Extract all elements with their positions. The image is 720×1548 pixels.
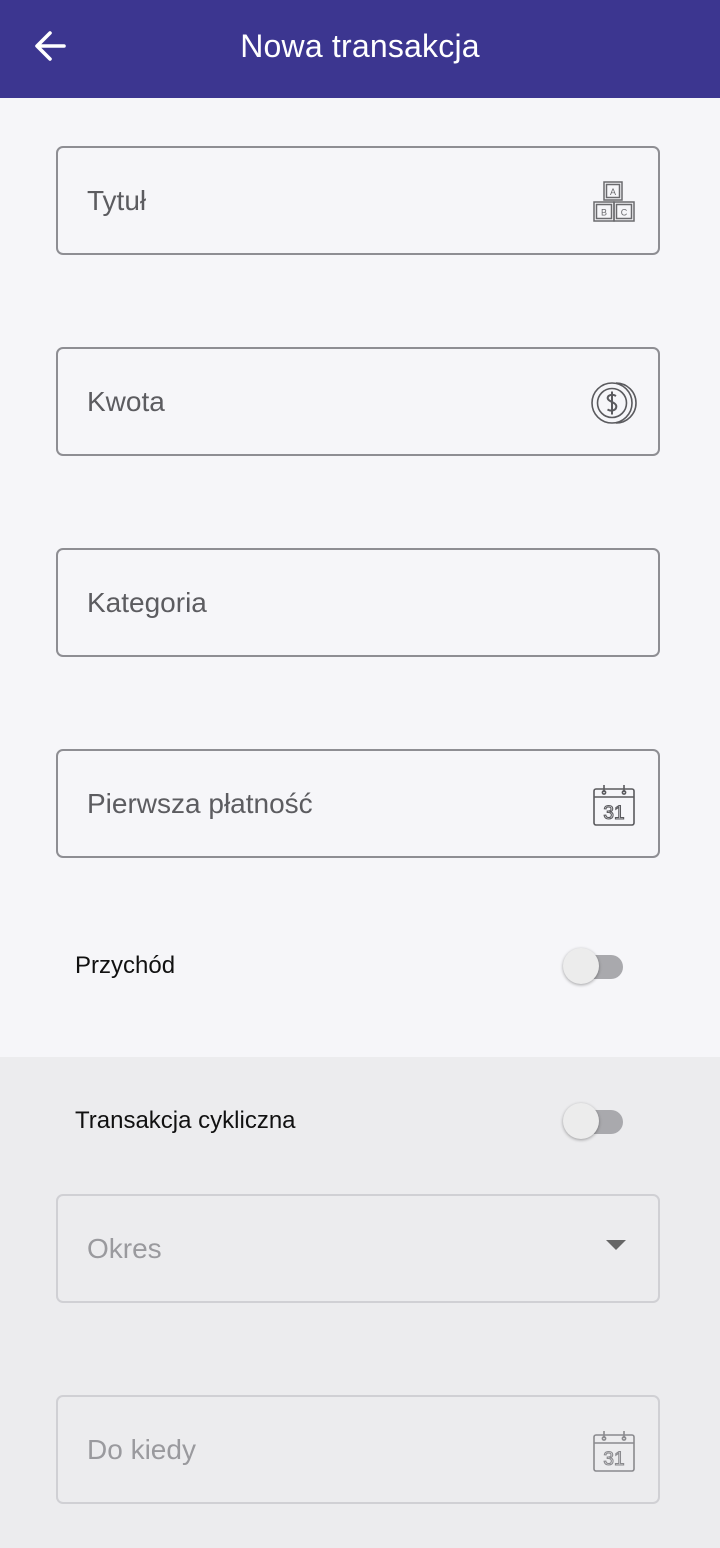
income-toggle[interactable] bbox=[563, 947, 625, 985]
page-title: Nowa transakcja bbox=[240, 27, 480, 64]
calendar-icon: 31 bbox=[593, 1431, 635, 1472]
calendar-icon: 31 bbox=[593, 785, 635, 826]
income-switch-label: Przychód bbox=[75, 952, 176, 979]
cyclic-section: Transakcja cykliczna Okres Do kiedy 31 bbox=[0, 1057, 720, 1548]
period-select-label: Okres bbox=[87, 1232, 162, 1264]
app-bar: Nowa transakcja bbox=[0, 0, 720, 98]
svg-text:B: B bbox=[601, 208, 607, 218]
title-field[interactable]: Tytuł A B C bbox=[56, 146, 660, 255]
first-payment-field[interactable]: Pierwsza płatność 31 bbox=[56, 749, 660, 858]
title-field-label: Tytuł bbox=[87, 184, 147, 216]
cyclic-switch-label: Transakcja cykliczna bbox=[75, 1107, 296, 1134]
until-field[interactable]: Do kiedy 31 bbox=[56, 1395, 660, 1504]
category-field-label: Kategoria bbox=[87, 586, 207, 618]
cyclic-toggle-thumb bbox=[563, 1103, 599, 1139]
category-field[interactable]: Kategoria bbox=[56, 548, 660, 657]
first-payment-field-label: Pierwsza płatność bbox=[87, 787, 313, 819]
dropdown-arrow-icon bbox=[606, 1240, 626, 1250]
amount-field-label: Kwota bbox=[87, 385, 165, 417]
cyclic-toggle[interactable] bbox=[563, 1102, 625, 1140]
svg-text:A: A bbox=[610, 187, 616, 197]
period-select[interactable]: Okres bbox=[56, 1194, 660, 1303]
dollar-coin-icon bbox=[591, 382, 637, 424]
until-field-label: Do kiedy bbox=[87, 1433, 196, 1465]
abc-blocks-icon: A B C bbox=[593, 181, 635, 222]
income-switch-row: Przychód bbox=[75, 941, 625, 991]
amount-field[interactable]: Kwota bbox=[56, 347, 660, 456]
income-toggle-thumb bbox=[563, 948, 599, 984]
svg-text:C: C bbox=[621, 208, 628, 218]
cyclic-switch-row: Transakcja cykliczna bbox=[75, 1096, 625, 1146]
svg-text:31: 31 bbox=[603, 1449, 624, 1470]
svg-text:31: 31 bbox=[603, 803, 624, 824]
